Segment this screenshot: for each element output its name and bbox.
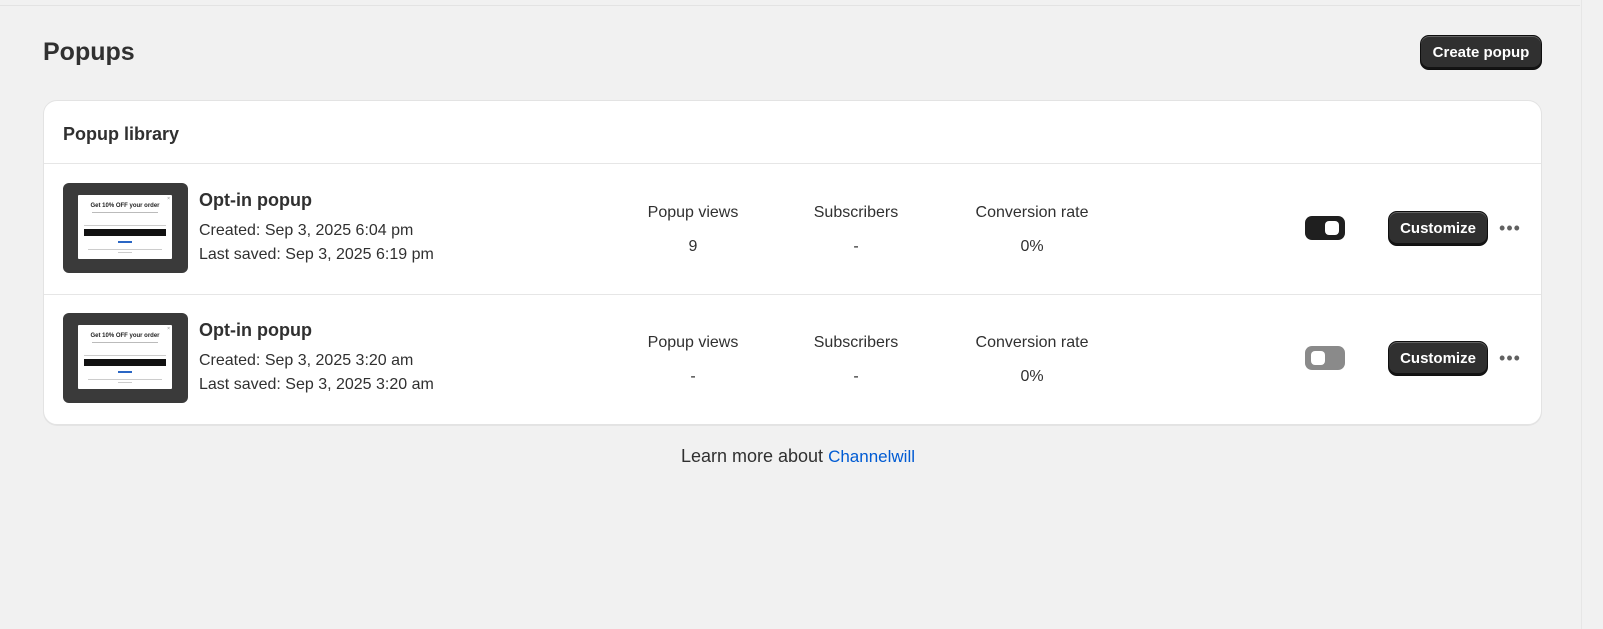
stat-value: 0% <box>1020 238 1044 255</box>
stat-popup-views: Popup views 9 <box>633 204 753 256</box>
popup-preview: × Get 10% OFF your order <box>78 195 172 259</box>
card-title: Popup library <box>63 124 180 144</box>
stat-value: - <box>853 368 859 385</box>
customize-button[interactable]: Customize <box>1388 211 1488 246</box>
preview-email-input <box>84 219 166 226</box>
stat-value: - <box>690 368 696 385</box>
preview-heading: Get 10% OFF your order <box>90 333 160 339</box>
preview-close-icon: × <box>167 326 170 332</box>
stat-label: Subscribers <box>813 334 899 351</box>
create-popup-button[interactable]: Create popup <box>1420 35 1542 70</box>
popup-library-card: Popup library × Get 10% OFF your order O… <box>43 100 1542 425</box>
more-actions-icon[interactable]: ••• <box>1498 346 1522 370</box>
stat-label: Popup views <box>647 334 739 351</box>
preview-subscribe-button <box>84 359 166 366</box>
stat-subscribers: Subscribers - <box>801 334 911 386</box>
popup-thumbnail[interactable]: × Get 10% OFF your order <box>63 183 188 273</box>
last-saved-date: Last saved: Sep 3, 2025 6:19 pm <box>199 246 434 263</box>
preview-close-icon: × <box>167 196 170 202</box>
toggle-knob <box>1311 351 1325 365</box>
stat-subscribers: Subscribers - <box>801 204 911 256</box>
enable-toggle[interactable] <box>1305 216 1345 240</box>
stat-label: Popup views <box>647 204 739 221</box>
preview-fine-print <box>118 252 132 253</box>
page-title: Popups <box>43 38 135 66</box>
stat-conversion-rate: Conversion rate 0% <box>967 334 1097 386</box>
popup-name[interactable]: Opt-in popup <box>199 190 312 211</box>
last-saved-date: Last saved: Sep 3, 2025 3:20 am <box>199 376 434 393</box>
top-divider <box>0 5 1580 6</box>
preview-heading: Get 10% OFF your order <box>90 203 160 209</box>
stat-popup-views: Popup views - <box>633 334 753 386</box>
popup-preview: × Get 10% OFF your order <box>78 325 172 389</box>
preview-fine-print <box>88 249 162 250</box>
popup-name[interactable]: Opt-in popup <box>199 320 312 341</box>
enable-toggle[interactable] <box>1305 346 1345 370</box>
preview-subtext <box>92 342 158 343</box>
preview-link <box>118 371 132 373</box>
stat-value: - <box>853 238 859 255</box>
more-actions-icon[interactable]: ••• <box>1498 216 1522 240</box>
preview-subscribe-button <box>84 229 166 236</box>
channelwill-link[interactable]: Channelwill <box>828 447 915 466</box>
popup-thumbnail[interactable]: × Get 10% OFF your order <box>63 313 188 403</box>
stat-value: 0% <box>1020 368 1044 385</box>
learn-more-text: Learn more about Channelwill <box>0 446 1596 467</box>
scrollbar-track <box>1581 0 1582 629</box>
preview-fine-print <box>118 382 132 383</box>
preview-subtext <box>92 212 158 213</box>
stat-value: 9 <box>688 238 698 255</box>
created-date: Created: Sep 3, 2025 6:04 pm <box>199 222 414 239</box>
stat-label: Conversion rate <box>975 334 1089 351</box>
preview-link <box>118 241 132 243</box>
customize-button[interactable]: Customize <box>1388 341 1488 376</box>
stat-label: Conversion rate <box>975 204 1089 221</box>
toggle-knob <box>1325 221 1339 235</box>
created-date: Created: Sep 3, 2025 3:20 am <box>199 352 414 369</box>
popup-row: × Get 10% OFF your order Opt-in popup Cr… <box>44 294 1541 424</box>
preview-email-input <box>84 349 166 356</box>
learn-more-label: Learn more about <box>680 446 824 466</box>
preview-fine-print <box>88 379 162 380</box>
stat-label: Subscribers <box>813 204 899 221</box>
stat-conversion-rate: Conversion rate 0% <box>967 204 1097 256</box>
popup-row: × Get 10% OFF your order Opt-in popup Cr… <box>44 164 1541 294</box>
